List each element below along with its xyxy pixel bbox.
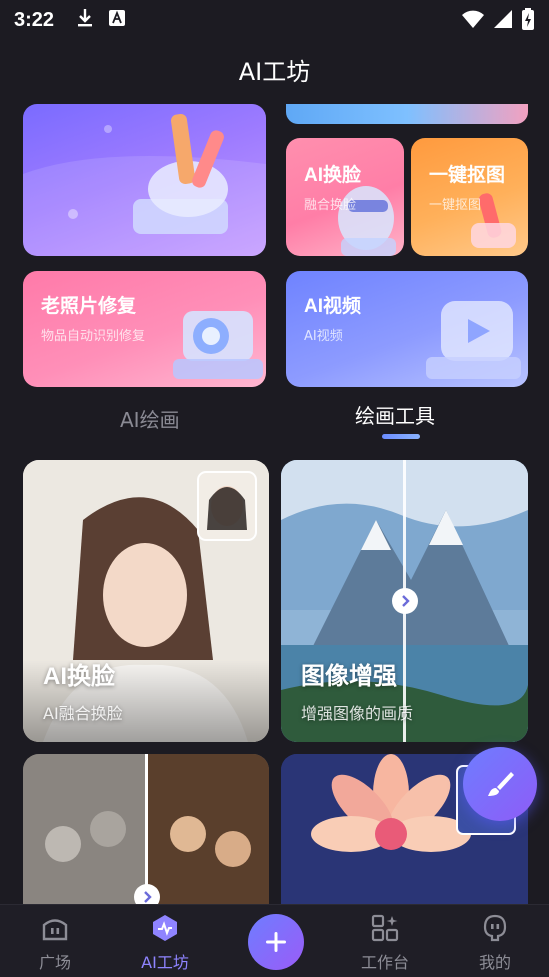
- feature-card-subtitle: AI视频: [304, 329, 343, 344]
- nav-label: 广场: [38, 953, 71, 972]
- feature-card-subtitle: 融合换脸: [304, 198, 357, 213]
- feature-card-title: 一键抠图: [429, 165, 506, 186]
- tool-tile-title: AI换脸: [43, 663, 115, 690]
- paint-brush-icon: [488, 772, 514, 796]
- nav-item-profile[interactable]: 我的: [450, 905, 540, 977]
- wifi-icon: [461, 9, 485, 34]
- tool-tile-title: 图像增强: [301, 663, 397, 690]
- paint-brush-fab[interactable]: [463, 747, 537, 821]
- status-bar: 3:22: [0, 0, 549, 40]
- feature-card-title: AI换脸: [304, 165, 362, 186]
- feature-card-cutout[interactable]: 一键抠图 一键抠图: [411, 138, 528, 256]
- compare-slider-handle[interactable]: [134, 884, 160, 904]
- feature-card-title: AI视频: [304, 296, 362, 317]
- nav-item-plaza[interactable]: 广场: [10, 905, 100, 977]
- profile-icon: [483, 914, 507, 942]
- family-photo-illustration: [23, 754, 269, 904]
- nav-label: 我的: [478, 953, 511, 972]
- chevron-right-icon: [402, 595, 410, 607]
- battery-icon: [521, 8, 535, 35]
- feature-card-face-swap[interactable]: AI换脸 融合换脸: [286, 138, 404, 256]
- ai-drawing-banner-card[interactable]: [23, 104, 266, 256]
- tool-tile-subtitle: 增强图像的画质: [301, 704, 414, 723]
- workbench-icon: [371, 914, 399, 942]
- feature-card-subtitle: 一键抠图: [429, 198, 482, 213]
- pencil-cup-illustration: [23, 114, 266, 256]
- page-title: AI工坊: [238, 58, 311, 86]
- tab-ai-drawing[interactable]: AI绘画: [120, 404, 180, 433]
- ai-workshop-icon: [153, 915, 177, 941]
- tab-drawing-tools[interactable]: 绘画工具: [355, 400, 435, 429]
- app-notification-icon: [108, 8, 126, 32]
- plus-icon: [266, 932, 286, 952]
- download-icon: [76, 8, 94, 33]
- feature-card-photo-restore[interactable]: 老照片修复 物品自动识别修复: [23, 271, 266, 387]
- feature-card-ai-video[interactable]: AI视频 AI视频: [286, 271, 528, 387]
- signal-icon: [493, 9, 513, 34]
- create-button[interactable]: [248, 914, 304, 970]
- tool-tile-subtitle: AI融合换脸: [43, 704, 123, 723]
- nav-item-workbench[interactable]: 工作台: [340, 905, 430, 977]
- nav-label: AI工坊: [141, 953, 189, 972]
- nav-label: 工作台: [360, 953, 409, 972]
- compare-slider-handle[interactable]: [392, 588, 418, 614]
- tool-tile-image-enhance[interactable]: 图像增强 增强图像的画质: [281, 460, 528, 742]
- plaza-icon: [42, 919, 68, 941]
- status-time: 3:22: [14, 8, 55, 31]
- active-tab-indicator: [382, 434, 420, 439]
- feature-card-title: 老照片修复: [41, 296, 137, 317]
- top-banner-strip[interactable]: [286, 104, 528, 124]
- tool-tile-face-swap[interactable]: AI换脸 AI融合换脸: [23, 460, 269, 742]
- nav-item-ai-workshop[interactable]: AI工坊: [120, 905, 210, 977]
- category-tabs: AI绘画 绘画工具: [0, 396, 549, 446]
- tool-tile-old-photo[interactable]: [23, 754, 269, 904]
- feature-card-subtitle: 物品自动识别修复: [41, 329, 146, 344]
- chevron-right-icon: [144, 891, 152, 903]
